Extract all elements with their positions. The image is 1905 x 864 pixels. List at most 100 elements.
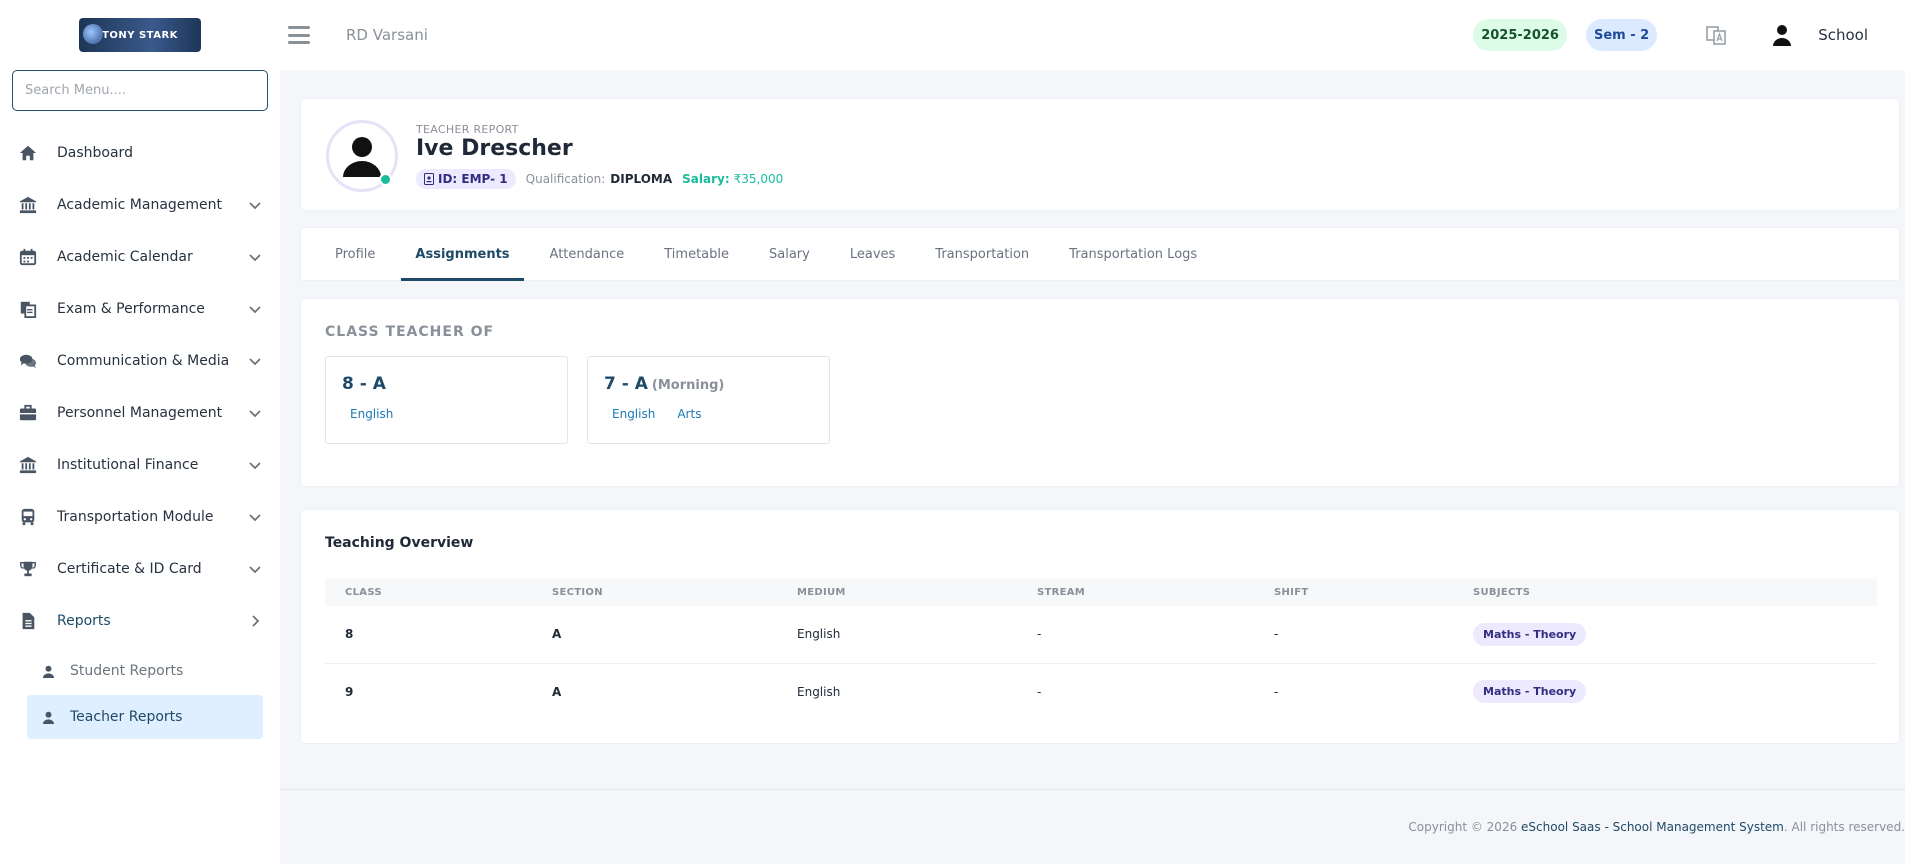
chevron-down-icon bbox=[249, 462, 261, 470]
copyright-prefix: Copyright © 2026 bbox=[1408, 820, 1522, 834]
table-row: 9 A English - - Maths - Theory bbox=[325, 663, 1877, 720]
sidebar-item-label: Academic Management bbox=[57, 197, 223, 213]
subject-link: Arts bbox=[677, 407, 702, 421]
teacher-meta: ID: EMP- 1 Qualification: DIPLOMA Salary… bbox=[416, 169, 783, 189]
footer-brand-link[interactable]: eSchool Saas - School Management System bbox=[1521, 820, 1784, 834]
teaching-overview-table: CLASS SECTION MEDIUM STREAM SHIFT SUBJEC… bbox=[325, 579, 1877, 720]
header-actions: 2025-2026 Sem - 2 School bbox=[1473, 0, 1905, 70]
bank-icon bbox=[18, 195, 38, 215]
globe-icon bbox=[83, 24, 103, 44]
school-logo[interactable]: TONY STARK bbox=[79, 18, 201, 52]
cell-medium: English bbox=[777, 606, 1017, 664]
documents-icon bbox=[18, 299, 38, 319]
sidebar-item-communication-media[interactable]: Communication & Media bbox=[0, 335, 280, 387]
briefcase-icon bbox=[18, 403, 38, 423]
subject-link: English bbox=[612, 407, 656, 421]
session-year-badge[interactable]: 2025-2026 bbox=[1473, 19, 1567, 51]
tab-timetable[interactable]: Timetable bbox=[650, 228, 743, 280]
tab-attendance[interactable]: Attendance bbox=[536, 228, 639, 280]
user-silhouette-icon bbox=[343, 137, 381, 177]
sidebar-item-label: Communication & Media bbox=[57, 353, 230, 369]
sidebar-item-academic-calendar[interactable]: Academic Calendar bbox=[0, 231, 280, 283]
sidebar-item-label: Transportation Module bbox=[57, 509, 214, 525]
cell-section: A bbox=[532, 606, 777, 664]
column-header: CLASS bbox=[325, 579, 532, 606]
sidebar-item-exam-performance[interactable]: Exam & Performance bbox=[0, 283, 280, 335]
report-tabs: Profile Assignments Attendance Timetable… bbox=[300, 227, 1900, 281]
employee-id-badge: ID: EMP- 1 bbox=[416, 169, 516, 189]
class-subjects: English Arts bbox=[612, 407, 723, 421]
sidebar-item-reports[interactable]: Reports bbox=[0, 595, 280, 647]
table-header-row: CLASS SECTION MEDIUM STREAM SHIFT SUBJEC… bbox=[325, 579, 1877, 606]
top-header: RD Varsani 2025-2026 Sem - 2 School bbox=[280, 0, 1905, 70]
teaching-overview-title: Teaching Overview bbox=[325, 535, 474, 551]
chevron-down-icon bbox=[249, 358, 261, 366]
chevron-down-icon bbox=[249, 306, 261, 314]
sidebar-item-personnel-management[interactable]: Personnel Management bbox=[0, 387, 280, 439]
tab-transportation-logs[interactable]: Transportation Logs bbox=[1055, 228, 1211, 280]
sidebar-item-label: Personnel Management bbox=[57, 405, 223, 421]
column-header: MEDIUM bbox=[777, 579, 1017, 606]
comments-icon bbox=[18, 351, 38, 371]
sidebar-item-academic-management[interactable]: Academic Management bbox=[0, 179, 280, 231]
sidebar-item-teacher-reports[interactable]: Teacher Reports bbox=[27, 695, 263, 739]
sidebar-item-student-reports[interactable]: Student Reports bbox=[27, 649, 263, 693]
sidebar-item-institutional-finance[interactable]: Institutional Finance bbox=[0, 439, 280, 491]
qualification-label: Qualification: bbox=[525, 172, 606, 186]
teaching-overview-section: Teaching Overview CLASS SECTION MEDIUM S… bbox=[300, 509, 1900, 744]
class-teacher-section: CLASS TEACHER OF 8 - A English 7 - A (Mor… bbox=[300, 298, 1900, 487]
class-card-title: 7 - A (Morning) bbox=[604, 374, 724, 394]
tab-profile[interactable]: Profile bbox=[321, 228, 389, 280]
class-card: 7 - A (Morning) English Arts bbox=[587, 356, 830, 444]
calendar-icon bbox=[18, 247, 38, 267]
class-name: 8 - A bbox=[342, 374, 386, 394]
sidebar-item-certificate-id-card[interactable]: Certificate & ID Card bbox=[0, 543, 280, 595]
language-icon[interactable] bbox=[1705, 24, 1727, 46]
chevron-down-icon bbox=[249, 410, 261, 418]
copyright-suffix: . All rights reserved. bbox=[1783, 820, 1905, 834]
column-header: SHIFT bbox=[1254, 579, 1453, 606]
chevron-down-icon bbox=[249, 514, 261, 522]
subject-link: English bbox=[350, 407, 394, 421]
cell-class: 9 bbox=[345, 684, 354, 699]
online-status-dot bbox=[379, 173, 392, 186]
home-icon bbox=[18, 143, 38, 163]
user-avatar-icon[interactable] bbox=[1771, 24, 1793, 46]
class-subjects: English bbox=[350, 407, 415, 421]
reports-submenu: Student Reports Teacher Reports bbox=[0, 649, 280, 739]
user-name[interactable]: School bbox=[1818, 26, 1868, 44]
menu-search-input[interactable] bbox=[12, 70, 268, 111]
subject-badge: Maths - Theory bbox=[1473, 680, 1587, 704]
class-shift: (Morning) bbox=[651, 378, 725, 393]
salary-value: ₹35,000 bbox=[733, 172, 784, 186]
sidebar-item-transportation-module[interactable]: Transportation Module bbox=[0, 491, 280, 543]
sidebar-item-label: Exam & Performance bbox=[57, 301, 205, 317]
chevron-down-icon bbox=[249, 202, 261, 210]
chevron-down-icon bbox=[249, 566, 261, 574]
report-type-label: TEACHER REPORT bbox=[416, 123, 519, 136]
logo-text: TONY STARK bbox=[102, 29, 178, 41]
tab-assignments[interactable]: Assignments bbox=[401, 228, 524, 281]
sidebar-item-dashboard[interactable]: Dashboard bbox=[0, 127, 280, 179]
sidebar-subitem-label: Student Reports bbox=[70, 663, 184, 679]
school-name: RD Varsani bbox=[346, 26, 428, 44]
sidebar-item-label: Dashboard bbox=[57, 145, 133, 161]
tab-transportation[interactable]: Transportation bbox=[921, 228, 1043, 280]
cell-subjects: Maths - Theory bbox=[1453, 606, 1877, 664]
hamburger-menu-icon[interactable] bbox=[288, 26, 310, 44]
teacher-name: Ive Drescher bbox=[416, 136, 573, 161]
tab-leaves[interactable]: Leaves bbox=[836, 228, 909, 280]
teacher-avatar bbox=[326, 120, 398, 192]
cell-shift: - bbox=[1274, 684, 1279, 699]
subject-badge: Maths - Theory bbox=[1473, 622, 1587, 646]
column-header: STREAM bbox=[1017, 579, 1254, 606]
column-header: SUBJECTS bbox=[1453, 579, 1877, 606]
tab-salary[interactable]: Salary bbox=[755, 228, 824, 280]
semester-badge[interactable]: Sem - 2 bbox=[1585, 19, 1658, 51]
column-header: SECTION bbox=[532, 579, 777, 606]
cell-medium: English bbox=[797, 684, 841, 699]
cell-subjects: Maths - Theory bbox=[1453, 663, 1877, 720]
bank-icon bbox=[18, 455, 38, 475]
qualification-value: DIPLOMA bbox=[610, 172, 673, 186]
chevron-down-icon bbox=[249, 254, 261, 262]
